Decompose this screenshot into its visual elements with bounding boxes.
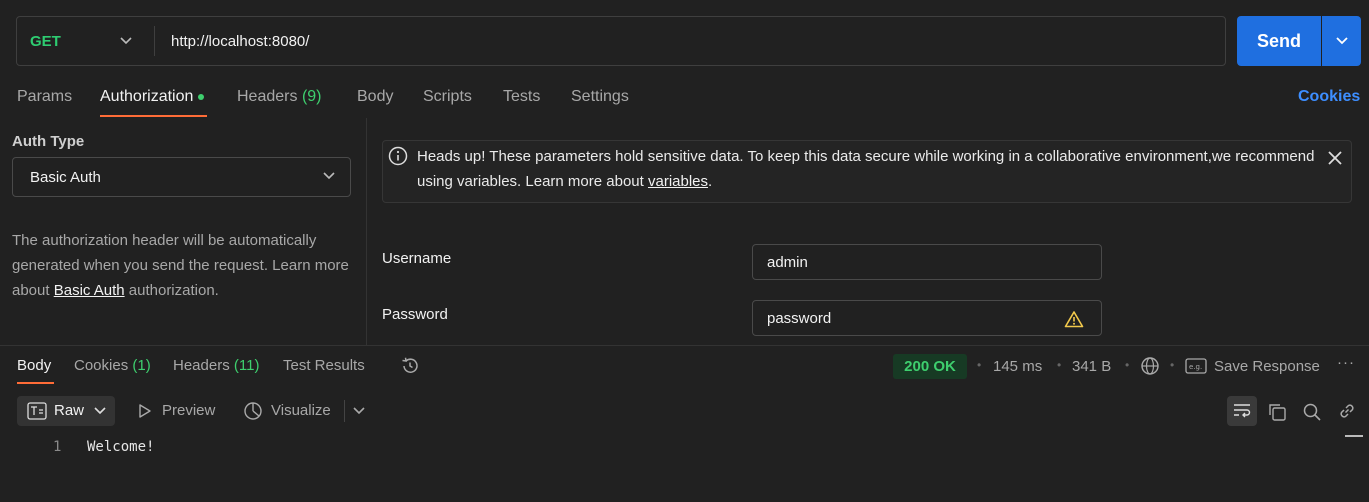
tab-body[interactable]: Body <box>357 88 393 106</box>
auth-type-value: Basic Auth <box>30 169 101 186</box>
modified-dot <box>198 93 205 100</box>
auth-description: The authorization header will be automat… <box>12 228 357 303</box>
cookies-link[interactable]: Cookies <box>1298 88 1360 106</box>
line-number: 1 <box>53 439 62 455</box>
tab-scripts[interactable]: Scripts <box>423 88 472 106</box>
tab-label: Cookies <box>74 357 129 374</box>
banner-text: Heads up! These parameters hold sensitiv… <box>417 144 1317 194</box>
chevron-down-icon[interactable] <box>353 406 365 416</box>
search-icon[interactable] <box>1302 402 1322 422</box>
visualize-button[interactable]: Visualize <box>271 402 331 419</box>
url-input[interactable]: http://localhost:8080/ <box>171 33 309 50</box>
tab-count: (11) <box>233 357 260 374</box>
status-badge[interactable]: 200 OK <box>893 354 967 379</box>
scrollbar[interactable] <box>1345 435 1363 437</box>
tab-count: (1) <box>132 357 151 374</box>
response-body-line[interactable]: Welcome! <box>87 439 154 455</box>
password-label: Password <box>382 306 448 323</box>
info-icon <box>388 146 408 166</box>
active-tab-indicator <box>100 115 207 117</box>
response-tab-headers[interactable]: Headers (11) <box>173 357 259 374</box>
svg-text:e.g.: e.g. <box>1189 363 1202 371</box>
tab-label: Headers <box>237 88 298 105</box>
basic-auth-link[interactable]: Basic Auth <box>54 282 125 299</box>
divider <box>344 400 345 422</box>
username-label: Username <box>382 250 452 267</box>
tab-label: Authorization <box>100 88 194 105</box>
tab-authorization[interactable]: Authorization <box>100 88 205 106</box>
preview-button[interactable]: Preview <box>162 402 215 419</box>
divider <box>154 26 155 56</box>
variables-link[interactable]: variables <box>648 173 708 190</box>
chevron-down-icon <box>1335 37 1348 45</box>
section-divider <box>0 345 1369 346</box>
tab-params[interactable]: Params <box>17 88 72 106</box>
globe-icon[interactable] <box>1140 356 1160 376</box>
tab-settings[interactable]: Settings <box>571 88 629 106</box>
tab-label: Settings <box>571 88 629 105</box>
username-value: admin <box>767 254 808 271</box>
separator-dot: • <box>977 358 982 372</box>
response-tab-body[interactable]: Body <box>17 357 51 374</box>
play-icon <box>139 404 151 418</box>
separator-dot: • <box>1125 358 1130 372</box>
chevron-down-icon <box>323 172 335 180</box>
response-time[interactable]: 145 ms <box>993 358 1042 375</box>
history-icon[interactable] <box>400 356 420 376</box>
save-response-button[interactable]: Save Response <box>1214 358 1320 375</box>
auth-desc-suffix: authorization. <box>124 282 219 299</box>
tab-label: Test Results <box>283 357 365 374</box>
banner-message: Heads up! These parameters hold sensitiv… <box>417 148 1315 190</box>
separator-dot: • <box>1170 358 1175 372</box>
send-options-button[interactable] <box>1322 16 1361 66</box>
tab-label: Params <box>17 88 73 105</box>
active-tab-indicator <box>17 382 54 384</box>
warning-icon[interactable] <box>1064 310 1084 328</box>
visualize-icon <box>244 402 262 420</box>
method-select[interactable]: GET <box>30 33 61 50</box>
close-icon[interactable] <box>1326 149 1344 167</box>
banner-suffix: . <box>708 173 713 190</box>
tab-label: Scripts <box>423 88 472 105</box>
tab-count: (9) <box>301 88 322 105</box>
tab-headers[interactable]: Headers (9) <box>237 88 322 106</box>
tab-label: Headers <box>173 357 230 374</box>
tab-label: Tests <box>503 88 541 105</box>
example-icon: e.g. <box>1185 358 1207 374</box>
auth-type-label: Auth Type <box>12 133 85 150</box>
send-button[interactable]: Send <box>1237 16 1321 66</box>
tab-label: Body <box>17 357 52 374</box>
chevron-down-icon <box>94 407 106 415</box>
separator-dot: • <box>1057 358 1062 372</box>
response-tab-test-results[interactable]: Test Results <box>283 357 365 374</box>
tab-label: Body <box>357 88 394 105</box>
pane-divider <box>366 118 367 346</box>
link-icon[interactable] <box>1337 401 1357 421</box>
format-value: Raw <box>54 402 85 419</box>
wrap-lines-button[interactable] <box>1227 396 1257 426</box>
wrap-icon <box>1234 404 1251 418</box>
chevron-down-icon[interactable] <box>120 36 132 46</box>
tab-tests[interactable]: Tests <box>503 88 540 106</box>
copy-icon[interactable] <box>1267 402 1287 422</box>
text-format-icon <box>27 402 47 420</box>
more-options-icon[interactable]: ··· <box>1337 354 1355 371</box>
password-value: password <box>767 310 832 327</box>
response-tab-cookies[interactable]: Cookies (1) <box>74 357 151 374</box>
response-size[interactable]: 341 B <box>1072 358 1111 375</box>
